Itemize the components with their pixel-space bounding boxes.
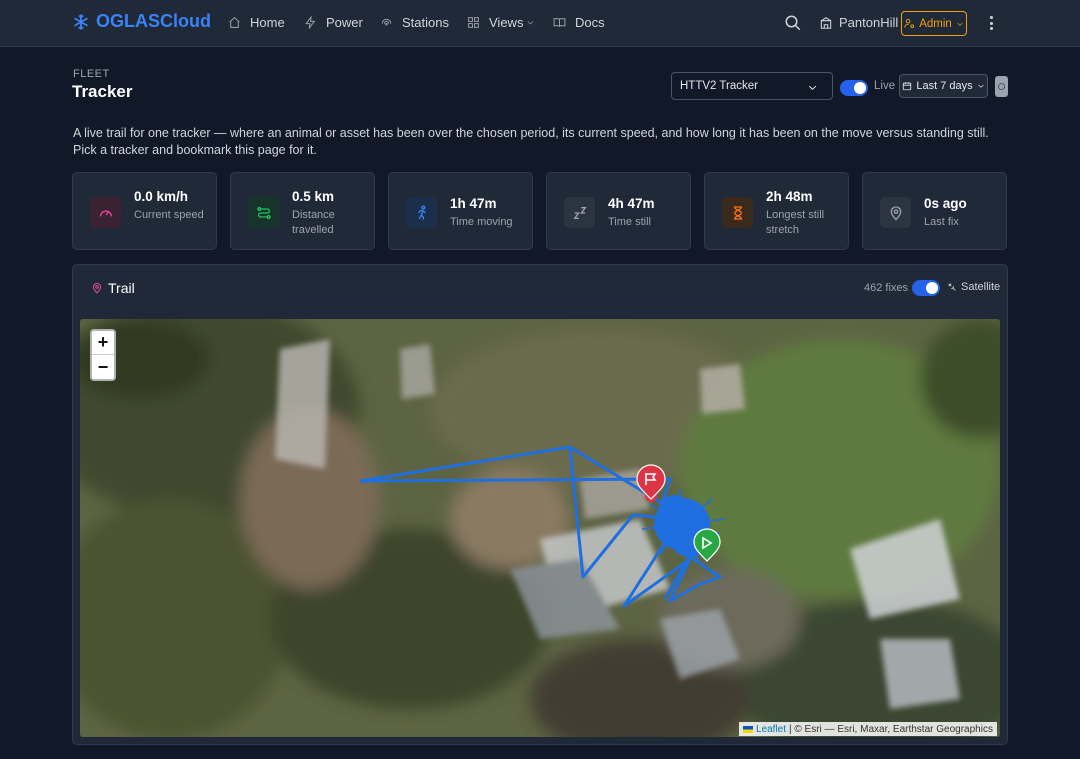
satellite-map[interactable] — [80, 319, 1000, 737]
route-icon — [256, 206, 271, 219]
stat-last-fix: 0s ago Last fix — [862, 172, 1007, 250]
flag-icon — [743, 725, 753, 733]
sleep-icon — [572, 206, 587, 219]
map-view[interactable] — [80, 319, 1000, 737]
running-icon — [417, 205, 426, 220]
live-label: Live — [874, 80, 896, 92]
broadcast-icon — [381, 18, 392, 26]
book-icon — [553, 18, 566, 27]
stat-time-still: 4h 47m Time still — [546, 172, 691, 250]
tracker-select[interactable]: HTTV2 Tracker — [671, 72, 833, 100]
brand-name: OGLASCloud — [96, 11, 211, 31]
calendar-icon — [903, 82, 912, 91]
tracker-select-value: HTTV2 Tracker — [680, 80, 758, 92]
admin-button[interactable]: Admin — [901, 11, 967, 36]
nav-home[interactable]: Home — [228, 15, 285, 30]
stat-value: 1h 47m — [450, 196, 497, 211]
admin-label: Admin — [919, 17, 952, 30]
date-range-button[interactable]: Last 7 days — [899, 74, 988, 98]
attribution-text: | © Esri — Esri, Maxar, Earthstar Geogra… — [789, 723, 993, 735]
leaflet-link[interactable]: Leaflet — [756, 724, 786, 735]
chevron-down-icon — [528, 21, 534, 25]
settings-button[interactable] — [995, 76, 1008, 97]
stat-icon-bg — [880, 197, 911, 228]
search-button[interactable] — [784, 14, 802, 32]
page-eyebrow: FLEET — [73, 68, 110, 80]
stat-value: 2h 48m — [766, 189, 813, 204]
date-range-label: Last 7 days — [916, 80, 973, 92]
map-zoom-control: + − — [90, 329, 116, 381]
nav-views-label: Views — [489, 15, 524, 30]
stat-label: Time moving — [450, 216, 513, 228]
top-nav: OGLASCloud Home Power Stations Views Doc… — [0, 0, 1080, 47]
zoom-in-button[interactable]: + — [92, 331, 114, 355]
satellite-toggle[interactable] — [912, 280, 940, 296]
building-icon — [820, 16, 832, 29]
live-toggle[interactable] — [840, 80, 868, 96]
bolt-icon — [305, 16, 316, 29]
brand-logo[interactable]: OGLASCloud — [72, 11, 211, 32]
stat-value: 4h 47m — [608, 196, 655, 211]
stat-icon-bg — [406, 197, 437, 228]
nav-docs-label: Docs — [575, 15, 605, 30]
satellite-label-text: Satellite — [961, 281, 1001, 293]
nav-stations[interactable]: Stations — [380, 15, 449, 30]
stat-icon-bg — [722, 197, 753, 228]
pin-icon — [92, 283, 102, 294]
grid-icon — [468, 17, 479, 28]
stat-icon-bg — [248, 197, 279, 228]
trail-title-text: Trail — [108, 280, 135, 296]
trail-title: Trail — [91, 280, 135, 296]
search-icon — [785, 15, 801, 31]
nav-home-label: Home — [250, 15, 285, 30]
station-selector[interactable]: PantonHill — [819, 15, 898, 30]
stat-label: Longest still stretch — [766, 209, 825, 236]
stat-label: Time still — [608, 216, 651, 228]
user-cog-icon — [904, 18, 915, 29]
chevron-down-icon — [978, 84, 984, 88]
station-name: PantonHill — [839, 15, 899, 30]
nav-power[interactable]: Power — [304, 15, 363, 30]
stat-longest-still: 2h 48m Longest still stretch — [704, 172, 849, 250]
chevron-down-icon — [808, 85, 817, 90]
page-description: A live trail for one tracker — where an … — [73, 126, 989, 157]
stat-icon-bg — [90, 197, 121, 228]
more-menu-button[interactable] — [986, 14, 996, 32]
map-attribution: Leaflet | © Esri — Esri, Maxar, Earthsta… — [739, 722, 997, 736]
nav-stations-label: Stations — [402, 15, 449, 30]
stat-value: 0.5 km — [292, 189, 335, 204]
stat-distance: 0.5 km Distance travelled — [230, 172, 375, 250]
zoom-out-button[interactable]: − — [92, 355, 114, 379]
satellite-icon — [948, 283, 956, 291]
stat-label: Distance travelled — [292, 209, 335, 236]
speedometer-icon — [99, 209, 112, 216]
nav-docs[interactable]: Docs — [553, 15, 605, 30]
nav-views[interactable]: Views — [467, 15, 535, 30]
stat-icon-bg — [564, 197, 595, 228]
nav-power-label: Power — [326, 15, 363, 30]
stat-time-moving: 1h 47m Time moving — [388, 172, 533, 250]
chevron-down-icon — [957, 22, 963, 26]
stat-label: Last fix — [924, 216, 959, 228]
snowflake-icon — [74, 14, 88, 29]
fix-count: 462 fixes — [864, 282, 909, 294]
stat-value: 0s ago — [924, 196, 967, 211]
home-icon — [229, 16, 240, 28]
gear-icon — [998, 83, 1005, 90]
page-title: Tracker — [72, 82, 133, 101]
satellite-label: Satellite — [947, 281, 1000, 293]
pin-icon — [890, 205, 901, 221]
stat-value: 0.0 km/h — [134, 189, 189, 204]
stat-current-speed: 0.0 km/h Current speed — [72, 172, 217, 250]
stat-label: Current speed — [134, 209, 204, 221]
hourglass-icon — [733, 205, 742, 220]
